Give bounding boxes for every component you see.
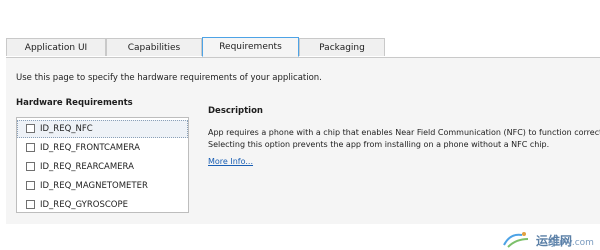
list-item-label: ID_REQ_FRONTCAMERA	[40, 143, 140, 153]
list-item-label: ID_REQ_MAGNETOMETER	[40, 181, 148, 191]
tab-application-ui[interactable]: Application UI	[6, 38, 106, 56]
frontcamera-checkbox[interactable]	[26, 143, 35, 152]
tab-strip: Application UI Capabilities Requirements…	[6, 37, 600, 58]
description-line-1: App requires a phone with a chip that en…	[208, 128, 600, 137]
tab-packaging[interactable]: Packaging	[299, 38, 385, 56]
more-info-link[interactable]: More Info...	[208, 157, 253, 166]
hardware-requirements-heading: Hardware Requirements	[16, 98, 133, 108]
description-heading: Description	[208, 106, 263, 116]
nfc-checkbox[interactable]	[26, 124, 35, 133]
list-item-label: ID_REQ_GYROSCOPE	[40, 200, 128, 210]
description-line-2: Selecting this option prevents the app f…	[208, 140, 550, 149]
intro-text: Use this page to specify the hardware re…	[16, 73, 322, 83]
list-item-id-req-gyroscope[interactable]: ID_REQ_GYROSCOPE	[17, 196, 188, 212]
tab-requirements[interactable]: Requirements	[202, 37, 299, 57]
tab-capabilities[interactable]: Capabilities	[106, 38, 202, 56]
watermark-en: iyunv.com	[548, 238, 594, 248]
list-item-id-req-nfc[interactable]: ID_REQ_NFC	[17, 120, 188, 138]
magnetometer-checkbox[interactable]	[26, 181, 35, 190]
gyroscope-checkbox[interactable]	[26, 200, 35, 209]
requirements-page: Application UI Capabilities Requirements…	[0, 0, 600, 250]
rearcamera-checkbox[interactable]	[26, 162, 35, 171]
hardware-requirements-list[interactable]: ID_REQ_NFC ID_REQ_FRONTCAMERA ID_REQ_REA…	[16, 117, 189, 213]
list-item-id-req-frontcamera[interactable]: ID_REQ_FRONTCAMERA	[17, 139, 188, 157]
list-item-id-req-rearcamera[interactable]: ID_REQ_REARCAMERA	[17, 158, 188, 176]
list-item-label: ID_REQ_NFC	[40, 124, 93, 134]
watermark-logo-icon	[503, 232, 529, 248]
list-item-id-req-magnetometer[interactable]: ID_REQ_MAGNETOMETER	[17, 177, 188, 195]
list-item-label: ID_REQ_REARCAMERA	[40, 162, 134, 172]
